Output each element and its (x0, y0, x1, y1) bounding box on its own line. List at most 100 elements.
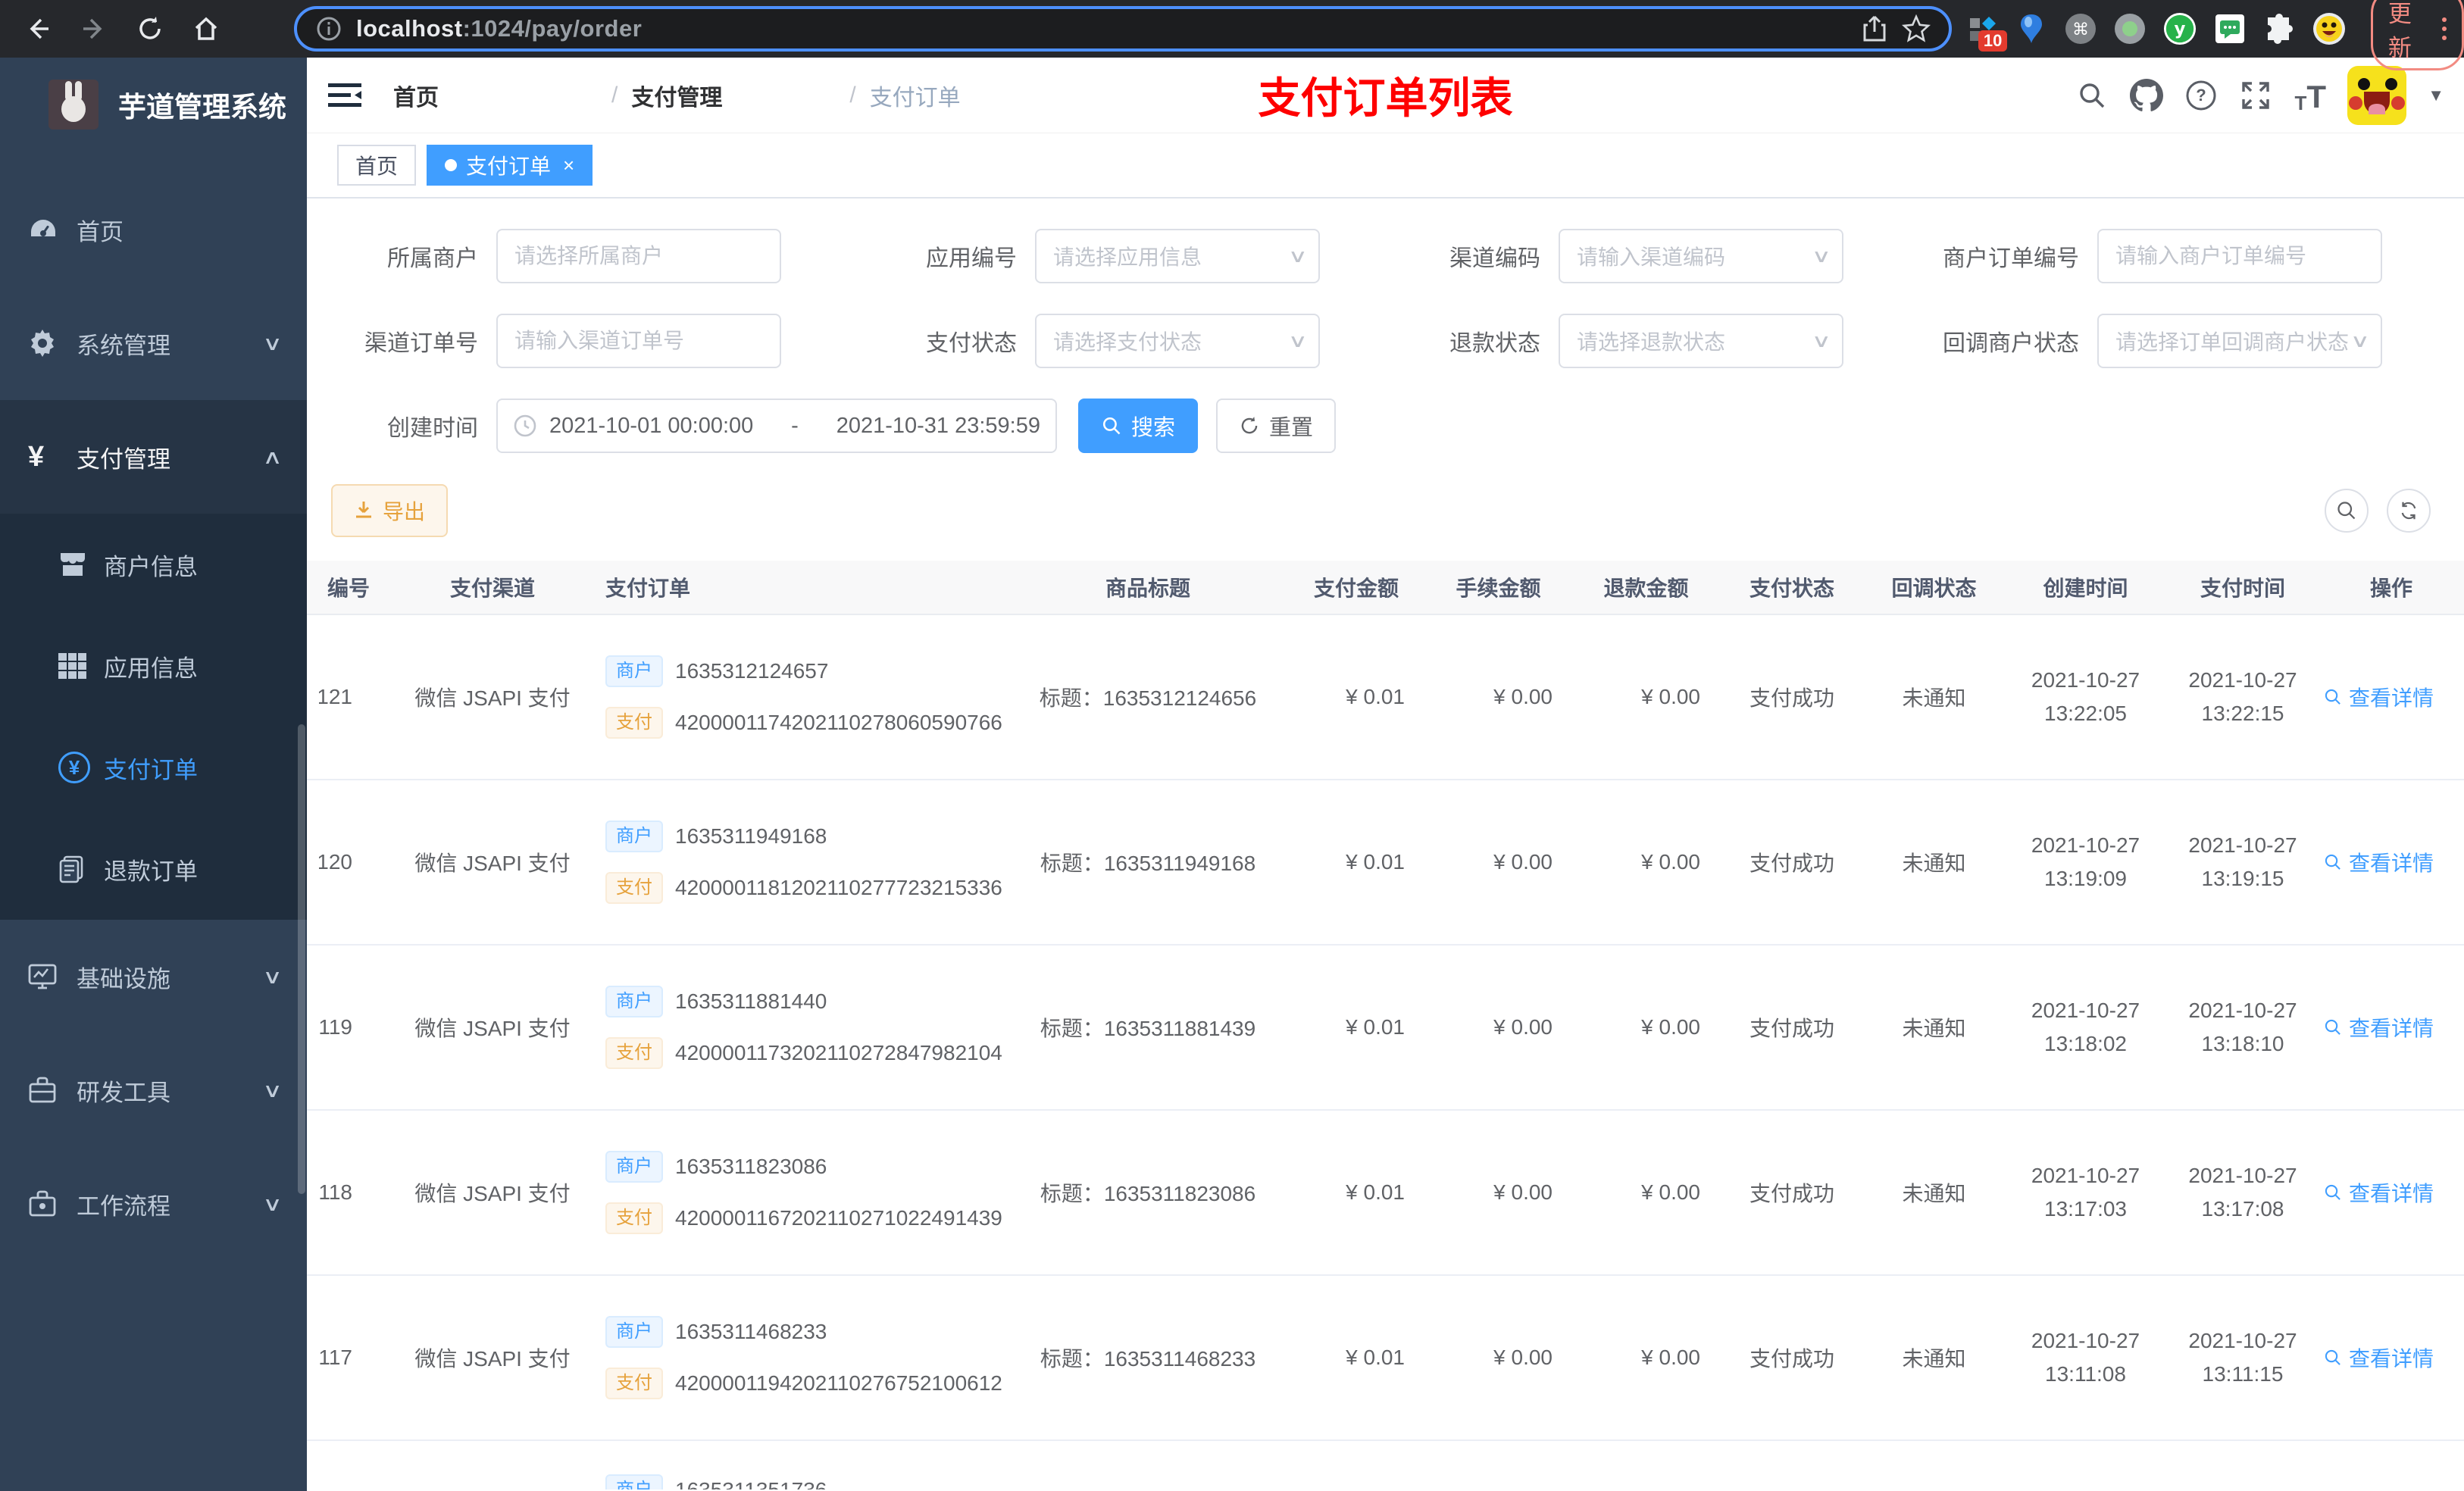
sidebar-item-label: 研发工具 (77, 1079, 170, 1106)
channel-order-no: 4200001174202110278060590766 (675, 711, 1002, 734)
avatar[interactable] (2347, 65, 2407, 125)
view-detail-link[interactable]: 查看详情 (2323, 1177, 2434, 1208)
magnifier-icon (2325, 1019, 2340, 1035)
view-detail-link[interactable]: 查看详情 (2323, 1012, 2434, 1042)
sidebar-item-system[interactable]: 系统管理 ∨ (0, 286, 307, 400)
merchant-order-line: 商户 1635311351736 (605, 1474, 827, 1489)
sidebar-item-refund-order[interactable]: 退款订单 (0, 818, 307, 920)
sidebar-item-pay-order[interactable]: ¥ 支付订单 (0, 717, 307, 818)
collapse-sidebar-icon[interactable] (328, 82, 361, 109)
refund-status-select[interactable]: 请选择退款状态 ∨ (1559, 314, 1843, 368)
extension-y-icon[interactable]: y (2163, 12, 2197, 45)
fullscreen-icon[interactable] (2238, 78, 2273, 113)
order-id: 118 (319, 1180, 352, 1204)
chevron-down-icon: ∨ (1288, 245, 1309, 267)
date: 2021-10-27 (2031, 1329, 2140, 1352)
column-header: 创建时间 (2043, 577, 2128, 600)
close-tab-icon[interactable]: × (563, 154, 574, 177)
fee-amount-cell: ¥ 0.00 (1493, 850, 1553, 874)
order-cell: 商户 1635311881440 支付 42000011732021102728479… (595, 986, 1008, 1069)
sidebar-scrollbar[interactable] (298, 724, 305, 1194)
address-bar[interactable]: localhost:1024/pay/order (294, 6, 1952, 52)
share-icon[interactable] (1861, 14, 1888, 43)
extension-command-icon[interactable]: ⌘ (2065, 12, 2097, 45)
magnifier-icon (2325, 689, 2340, 705)
column-header: 操作 (2369, 577, 2412, 600)
order-id: 117 (319, 1346, 352, 1369)
extension-emoji-icon[interactable] (2312, 12, 2346, 45)
search-icon[interactable] (2075, 78, 2109, 113)
breadcrumb-home[interactable]: 首页 (393, 79, 598, 112)
extension-pin-icon[interactable] (2015, 12, 2047, 45)
column-header: 支付金额 (1313, 577, 1399, 600)
tab-pay-order[interactable]: 支付订单 × (427, 145, 593, 186)
chrome-update-menu[interactable]: 更新 (2370, 0, 2464, 70)
help-icon[interactable]: ? (2184, 78, 2219, 113)
refund-amount-cell: ¥ 0.00 (1641, 1180, 1700, 1204)
sidebar-item-home[interactable]: 首页 (0, 173, 307, 286)
order-id-cell: 119 (307, 1015, 390, 1039)
back-icon[interactable] (23, 14, 53, 44)
search-icon (1102, 417, 1121, 435)
extension-puzzle-icon[interactable] (2263, 12, 2295, 45)
avatar-caret-icon[interactable]: ▼ (2428, 86, 2444, 105)
font-size-icon[interactable]: TT (2293, 78, 2328, 113)
fee-amount-cell: ¥ 0.00 (1493, 1346, 1553, 1369)
search-button[interactable]: 搜索 (1078, 399, 1199, 453)
bookmark-star-icon[interactable] (1902, 14, 1931, 43)
notify-status-select[interactable]: 请选择订单回调商户状态 ∨ (2097, 314, 2382, 368)
view-detail-link[interactable]: 查看详情 (2323, 682, 2434, 712)
view-detail-link[interactable]: 查看详情 (2323, 1343, 2434, 1373)
date: 2021-10-27 (2188, 833, 2297, 857)
hide-search-button[interactable] (2325, 489, 2369, 533)
forward-icon[interactable] (79, 14, 109, 44)
home-icon[interactable] (191, 14, 221, 44)
breadcrumb-payment[interactable]: 支付管理 (631, 79, 836, 112)
sidebar-item-payment[interactable]: ¥ 支付管理 ∧ (0, 400, 307, 514)
column-header: 编号 (327, 577, 370, 600)
magnifier-icon (2325, 1349, 2340, 1365)
refresh-table-button[interactable] (2387, 489, 2431, 533)
view-detail-link[interactable]: 查看详情 (2323, 847, 2434, 877)
sidebar-item-label: 基础设施 (77, 965, 170, 992)
sidebar-item-workflow[interactable]: 工作流程 ∨ (0, 1147, 307, 1261)
time: 13:18:10 (2201, 1032, 2284, 1055)
sidebar-item-label: 商户信息 (104, 553, 198, 580)
order-id-cell: 118 (307, 1180, 390, 1205)
merchant-tag: 商户 (605, 1316, 663, 1348)
channel-order-no-input[interactable] (496, 314, 781, 368)
sidebar-item-infrastructure[interactable]: 基础设施 ∨ (0, 920, 307, 1033)
site-info-icon[interactable] (315, 15, 342, 42)
extension-tabs-icon[interactable]: 10 (1967, 12, 2008, 52)
svg-text:y: y (2174, 20, 2185, 39)
sidebar-item-merchant-info[interactable]: 商户信息 (0, 514, 307, 615)
extension-record-icon[interactable] (2114, 12, 2146, 45)
reload-icon[interactable] (135, 14, 165, 44)
table-row: 121 微信 JSAPI 支付 商户 1635312124657 支付 420000117… (307, 615, 2464, 780)
merchant-input[interactable] (496, 229, 781, 283)
sidebar-item-label: 系统管理 (77, 332, 170, 359)
pay-status-cell: 支付成功 (1749, 1182, 1834, 1205)
app-id-select[interactable]: 请选择应用信息 ∨ (1035, 229, 1320, 283)
tab-home[interactable]: 首页 (337, 145, 417, 186)
merchant-tag: 商户 (605, 655, 663, 687)
extension-chat-icon[interactable] (2214, 12, 2246, 45)
channel-code-select[interactable]: 请输入渠道编码 ∨ (1559, 229, 1843, 283)
product-title-cell: 标题：1635311949168 (1040, 852, 1256, 875)
filter-label: 回调商户状态 (1943, 331, 2079, 356)
pay-status-select[interactable]: 请选择支付状态 ∨ (1035, 314, 1320, 368)
filter-form: 所属商户 应用编号 请选择应用信息∨ 渠道编码 请输入渠道编码∨ 商户订单编号 (307, 198, 2464, 453)
filter-label: 商户订单编号 (1943, 246, 2079, 271)
merchant-order-line: 商户 1635311468233 (605, 1316, 827, 1348)
merchant-order-line: 商户 1635311881440 (605, 986, 827, 1017)
reset-button[interactable]: 重置 (1216, 399, 1337, 453)
github-icon[interactable] (2129, 78, 2164, 113)
merchant-order-no-input[interactable] (2097, 229, 2382, 283)
sidebar-item-dev-tools[interactable]: 研发工具 ∨ (0, 1033, 307, 1147)
pay-amount-cell: ¥ 0.01 (1346, 1015, 1405, 1039)
export-button[interactable]: 导出 (331, 484, 449, 537)
create-time-range-picker[interactable]: 2021-10-01 00:00:00 - 2021-10-31 23:59:5… (496, 399, 1057, 453)
table-body: 121 微信 JSAPI 支付 商户 1635312124657 支付 420000117… (307, 615, 2464, 1489)
sidebar-item-app-info[interactable]: 应用信息 (0, 615, 307, 717)
document-icon (58, 855, 104, 883)
